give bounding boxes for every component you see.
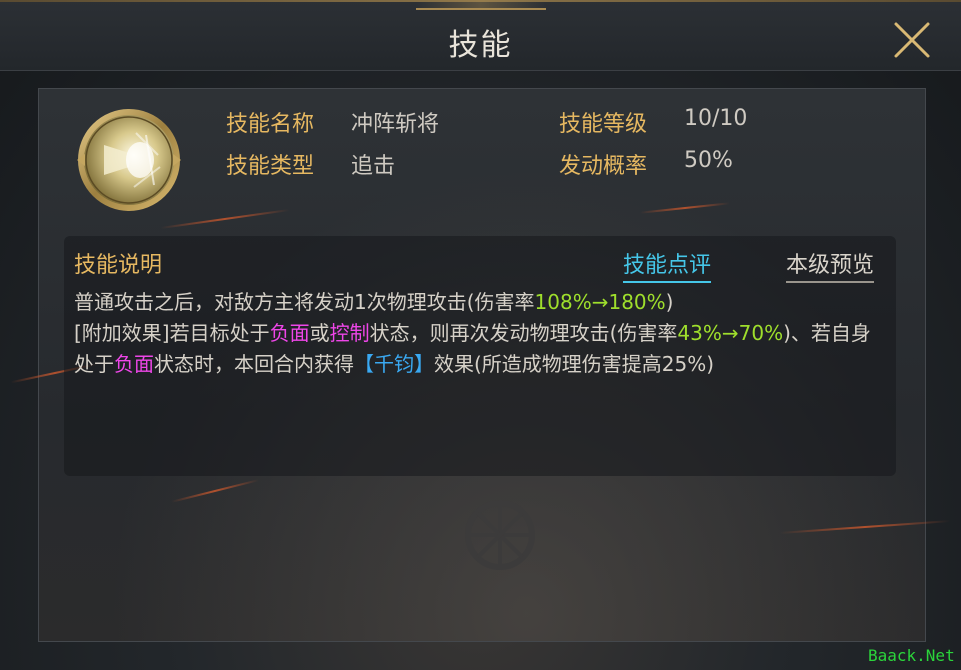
negative-state-highlight: 负面	[114, 352, 154, 376]
close-button[interactable]	[888, 16, 936, 64]
desc-segment: [附加效果]若目标处于	[74, 321, 270, 345]
tab-skill-review[interactable]: 技能点评	[623, 247, 712, 283]
control-state-highlight: 控制	[329, 321, 370, 345]
trigger-chance-value: 50%	[684, 148, 733, 173]
skill-level-value: 10/10	[684, 106, 748, 131]
top-ornament	[416, 0, 546, 10]
top-bar: 技能	[0, 0, 961, 71]
description-header: 技能说明	[74, 253, 163, 278]
desc-segment: )	[665, 290, 674, 314]
desc-segment: 状态，则再次发动物理攻击(伤害率	[369, 321, 678, 345]
skill-type-value: 追击	[351, 154, 396, 179]
skill-level-label: 技能等级	[559, 112, 648, 137]
effect-name-highlight: 【千钧】	[354, 352, 434, 376]
page-title: 技能	[448, 28, 513, 63]
skill-emblem-icon	[77, 109, 181, 211]
skill-name-value: 冲阵斩将	[351, 112, 440, 137]
skill-name-label: 技能名称	[226, 112, 315, 137]
tab-level-preview[interactable]: 本级预览	[786, 247, 875, 283]
description-text: 普通攻击之后，对敌方主将发动1次物理攻击(伤害率108%→180%) [附加效果…	[74, 287, 874, 380]
desc-segment: 普通攻击之后，对敌方主将发动1次物理攻击(伤害率	[74, 290, 535, 314]
wheel-silhouette-icon	[465, 500, 535, 570]
extra-damage-rate-highlight: 43%→70%	[677, 321, 784, 345]
close-x-icon	[894, 22, 930, 58]
damage-rate-highlight: 108%→180%	[534, 290, 666, 314]
negative-state-highlight: 负面	[269, 321, 310, 345]
desc-segment: 或	[309, 321, 330, 345]
skill-type-label: 技能类型	[226, 154, 315, 179]
desc-segment: 效果(所造成物理伤害提高25%)	[434, 352, 715, 376]
watermark: Baack.Net	[868, 646, 955, 665]
trigger-chance-label: 发动概率	[559, 154, 648, 179]
desc-segment: 状态时，本回合内获得	[154, 352, 354, 376]
